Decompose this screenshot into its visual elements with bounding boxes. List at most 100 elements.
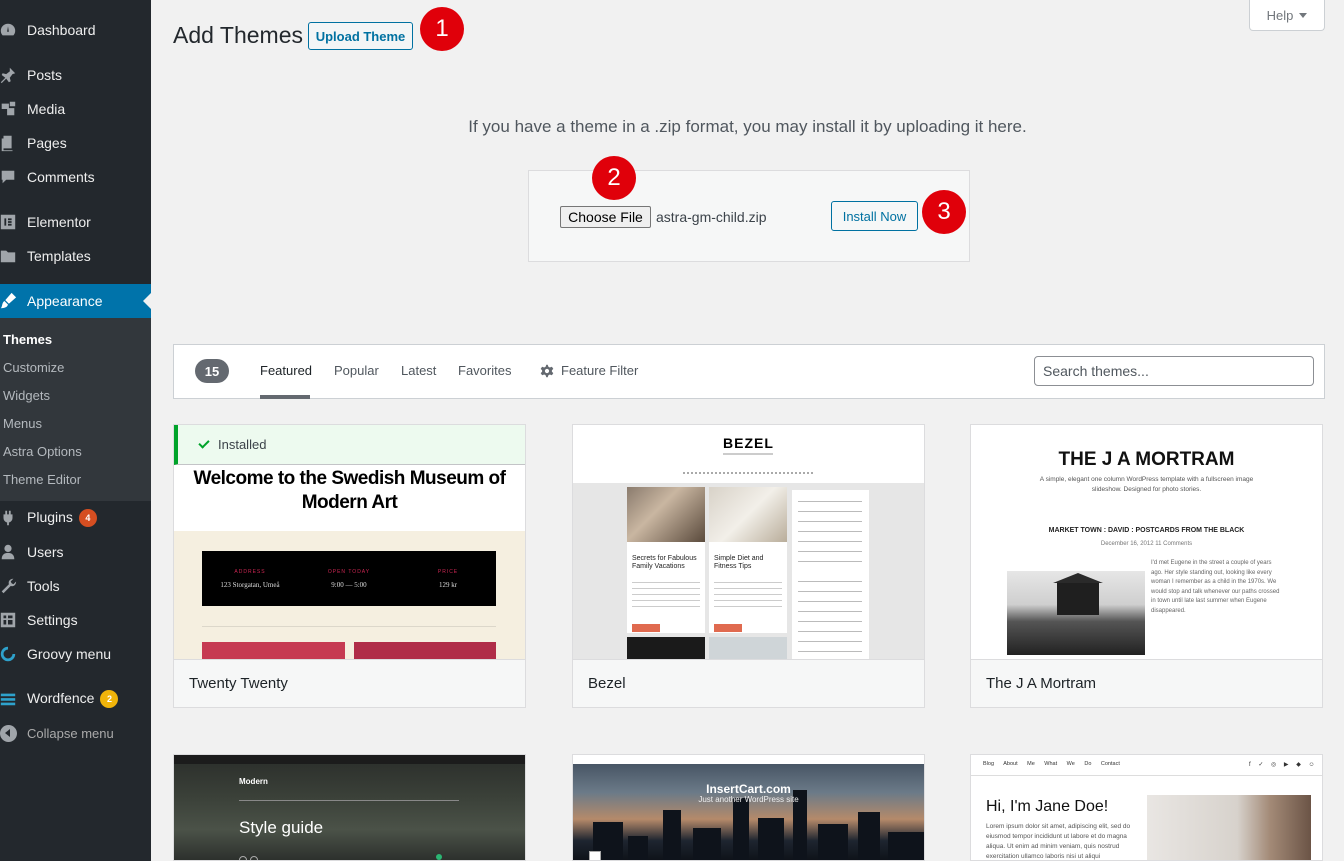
gear-icon (540, 364, 554, 378)
theme-card-insertcart[interactable]: InsertCart.com Just another WordPress si… (572, 754, 925, 861)
preview-post-title: MARKET TOWN : DAVID : POSTCARDS FROM THE… (1048, 527, 1245, 534)
help-label: Help (1266, 7, 1294, 23)
submenu-item-menus[interactable]: Menus (3, 416, 42, 431)
callout-marker-2: 2 (592, 156, 636, 200)
preview-divider (239, 800, 459, 801)
preview-topbar (573, 755, 924, 764)
collapse-menu-label: Collapse menu (27, 726, 114, 741)
preview-building (888, 832, 924, 860)
page-title: Add Themes (173, 22, 303, 48)
menu-label: Posts (27, 67, 63, 83)
choose-file-button[interactable]: Choose File (560, 206, 651, 228)
preview-body: Secrets for Fabulous Family Vacations Si… (573, 483, 924, 659)
menu-item-dashboard[interactable]: Dashboard (0, 13, 151, 47)
theme-card-bezel[interactable]: BEZEL Secrets for Fabulous Family Vacati… (572, 424, 925, 708)
preview-post-title: Secrets for Fabulous Family Vacations (632, 555, 697, 570)
menu-item-tools[interactable]: Tools (0, 569, 151, 603)
preview-post: Secrets for Fabulous Family Vacations (627, 487, 705, 633)
upload-theme-button[interactable]: Upload Theme (308, 22, 413, 50)
menu-item-elementor[interactable]: Elementor (0, 205, 151, 239)
theme-screenshot: Modern Style guide (174, 755, 525, 860)
theme-filter-bar: 15 Featured Popular Latest Favorites Fea… (173, 344, 1325, 399)
preview-title: InsertCart.com (706, 782, 791, 796)
submenu-item-theme-editor[interactable]: Theme Editor (3, 472, 81, 487)
menu-label: Pages (27, 135, 67, 151)
preview-image (1147, 795, 1311, 860)
help-tab-button[interactable]: Help (1249, 0, 1325, 31)
submenu-item-themes[interactable]: Themes (3, 332, 52, 347)
menu-label: Settings (27, 612, 78, 628)
tab-featured[interactable]: Featured (260, 363, 312, 378)
menu-item-groovy-menu[interactable]: Groovy menu (0, 637, 151, 671)
preview-image (627, 637, 705, 659)
menu-item-appearance[interactable]: Appearance (0, 284, 151, 318)
preview-dot (436, 854, 442, 860)
preview-title: BEZEL (723, 435, 774, 451)
menu-label: Plugins 4 (27, 509, 97, 528)
menu-item-templates[interactable]: Templates (0, 239, 151, 273)
preview-sidebar (792, 490, 869, 659)
theme-screenshot: THE J A MORTRAM A simple, elegant one co… (971, 425, 1322, 659)
preview-building (733, 798, 749, 860)
menu-item-settings[interactable]: Settings (0, 603, 151, 637)
theme-card-twenty-twenty[interactable]: Welcome to the Swedish Museum of Modern … (173, 424, 526, 708)
plugins-update-badge: 4 (78, 509, 97, 528)
theme-screenshot: InsertCart.com Just another WordPress si… (573, 755, 924, 860)
preview-image (709, 487, 787, 542)
menu-label: Media (27, 101, 66, 117)
preview-subtitle: Just another WordPress site (698, 795, 799, 804)
theme-screenshot: BEZEL Secrets for Fabulous Family Vacati… (573, 425, 924, 659)
menu-label: Users (27, 544, 64, 560)
preview-info-box: ADDRESS OPEN TODAY PRICE 123 Storgatan, … (202, 551, 496, 606)
preview-nav: Blog About Me What We Do Contact (983, 761, 1120, 767)
menu-item-posts[interactable]: Posts (0, 58, 151, 92)
selected-file-name: astra-gm-child.zip (656, 209, 767, 225)
tab-popular[interactable]: Popular (334, 363, 379, 378)
menu-label: Appearance (27, 293, 103, 309)
preview-button (632, 624, 660, 632)
submenu-item-widgets[interactable]: Widgets (3, 388, 50, 403)
media-icon (0, 99, 18, 119)
search-themes-input[interactable] (1034, 356, 1314, 386)
checkmark-icon (198, 437, 210, 449)
theme-card-the-j-a-mortram[interactable]: THE J A MORTRAM A simple, elegant one co… (970, 424, 1323, 708)
menu-item-users[interactable]: Users (0, 535, 151, 569)
upload-help-label: If you have a theme in a .zip format, yo… (468, 117, 1027, 136)
preview-nav (683, 472, 813, 474)
tab-latest[interactable]: Latest (401, 363, 436, 378)
preview-section: ADDRESS OPEN TODAY PRICE 123 Storgatan, … (174, 531, 525, 659)
preview-value: 9:00 — 5:00 (331, 581, 367, 589)
theme-card-modern[interactable]: Modern Style guide (173, 754, 526, 861)
menu-item-comments[interactable]: Comments (0, 160, 151, 194)
callout-marker-3: 3 (922, 190, 966, 234)
collapse-menu-button[interactable]: Collapse menu (0, 724, 151, 744)
wordfence-icon (0, 689, 18, 709)
preview-divider (971, 775, 1322, 776)
theme-screenshot: Blog About Me What We Do Contact f ✓ ◎ ▶… (971, 755, 1322, 860)
preview-text (798, 496, 862, 568)
install-now-button[interactable]: Install Now (831, 201, 918, 231)
menu-label: Comments (27, 169, 95, 185)
current-tab-indicator (260, 395, 310, 399)
preview-date: December 16, 2012 11 Comments (1100, 541, 1193, 547)
tab-favorites[interactable]: Favorites (458, 363, 511, 378)
menu-label: Tools (27, 578, 60, 594)
preview-social (239, 851, 265, 860)
chevron-down-icon (1299, 12, 1308, 18)
preview-text: Lorem ipsum dolor sit amet, adipiscing e… (986, 823, 1131, 860)
submenu-item-astra-options[interactable]: Astra Options (3, 444, 82, 459)
menu-item-plugins[interactable]: Plugins 4 (0, 501, 151, 535)
installed-label: Installed (218, 437, 267, 452)
menu-item-wordfence[interactable]: Wordfence 2 (0, 682, 151, 716)
preview-header: BEZEL (573, 425, 924, 483)
feature-filter-button[interactable]: Feature Filter (561, 363, 638, 378)
preview-image (1007, 571, 1145, 655)
submenu-item-customize[interactable]: Customize (3, 360, 64, 375)
theme-card-jane-doe[interactable]: Blog About Me What We Do Contact f ✓ ◎ ▶… (970, 754, 1323, 861)
preview-house (1053, 573, 1103, 615)
appearance-submenu: Themes Customize Widgets Menus Astra Opt… (0, 318, 151, 501)
preview-image (627, 487, 705, 542)
preview-text (632, 579, 700, 609)
preview-title: Style guide (239, 818, 324, 837)
preview-value: 129 kr (438, 581, 458, 589)
